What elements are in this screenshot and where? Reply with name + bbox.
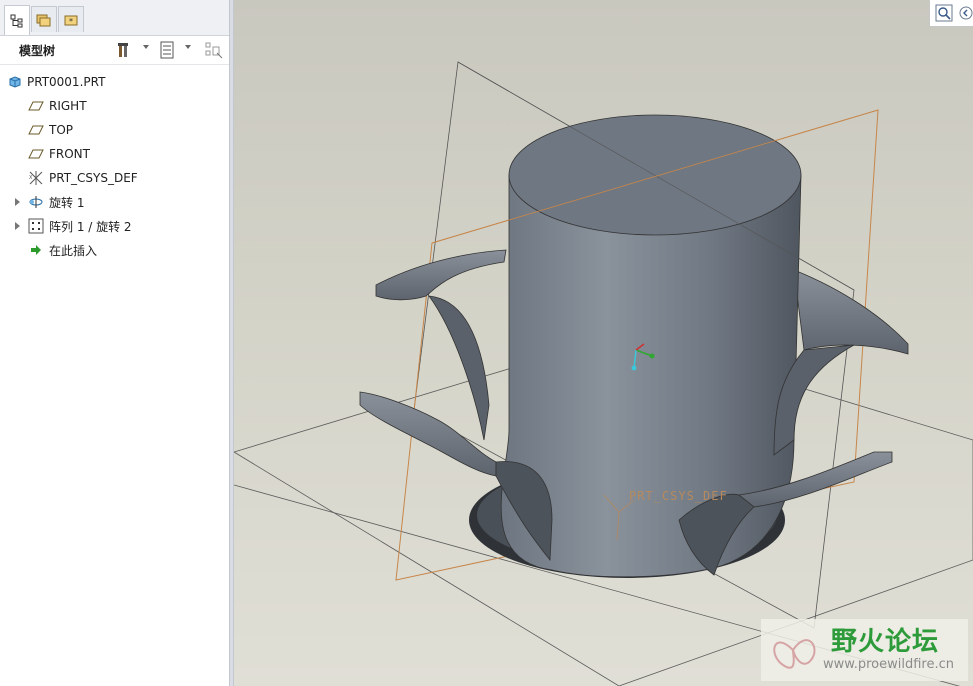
tree-item-front-plane[interactable]: FRONT bbox=[28, 144, 90, 164]
svg-text:X: X bbox=[29, 175, 33, 181]
zoom-button[interactable] bbox=[934, 3, 954, 23]
zoom-icon bbox=[935, 4, 953, 22]
tree-item-label: PRT_CSYS_DEF bbox=[49, 171, 138, 185]
settings-button[interactable] bbox=[115, 40, 135, 60]
show-columns-button[interactable] bbox=[204, 40, 224, 60]
forum-watermark: 野火论坛 www.proewildfire.cn bbox=[761, 619, 968, 681]
tree-item-label: FRONT bbox=[49, 147, 90, 161]
csys-label: PRT_CSYS_DEF bbox=[629, 489, 728, 503]
viewport-toolbar bbox=[929, 0, 973, 27]
expand-arrow[interactable] bbox=[15, 222, 20, 230]
tree-item-csys[interactable]: X PRT_CSYS_DEF bbox=[28, 168, 138, 188]
tree-item-label: 旋转 1 bbox=[49, 195, 85, 210]
tree-filter-icon bbox=[160, 41, 174, 59]
model-tree-toolbar: 模型树 bbox=[0, 36, 229, 65]
tree-root-node[interactable]: PRT0001.PRT bbox=[8, 72, 105, 92]
insert-here-icon bbox=[31, 245, 41, 255]
favorites-tab[interactable]: * bbox=[58, 6, 84, 32]
expand-arrow[interactable] bbox=[15, 198, 20, 206]
graphics-viewport[interactable]: PRT_CSYS_DEF bbox=[234, 0, 973, 686]
folder-browser-tab[interactable] bbox=[31, 6, 57, 32]
tree-item-revolve-1[interactable]: 旋转 1 bbox=[28, 192, 84, 212]
tree-item-label: 在此插入 bbox=[49, 243, 98, 258]
tree-item-label: TOP bbox=[49, 123, 74, 137]
watermark-url: www.proewildfire.cn bbox=[823, 657, 954, 672]
datum-plane-icon bbox=[28, 149, 44, 159]
filter-dropdown-arrow[interactable] bbox=[185, 45, 191, 49]
view-nav-icon bbox=[959, 6, 973, 20]
datum-plane-icon bbox=[28, 101, 44, 111]
model-tree-tab[interactable] bbox=[4, 5, 30, 35]
watermark-logo bbox=[773, 639, 816, 669]
cylinder-top-face bbox=[508, 114, 802, 236]
blade-back-left bbox=[375, 249, 507, 301]
csys-icon: X bbox=[29, 171, 43, 185]
settings-dropdown-arrow[interactable] bbox=[143, 45, 149, 49]
star-folder-icon: * bbox=[64, 15, 78, 26]
tree-item-label: RIGHT bbox=[49, 99, 87, 113]
tree-item-pattern-1[interactable]: 阵列 1 / 旋转 2 bbox=[28, 216, 132, 236]
view-nav-button[interactable] bbox=[956, 3, 973, 23]
blade-back-right bbox=[793, 269, 909, 355]
tree-item-label: 阵列 1 / 旋转 2 bbox=[49, 219, 132, 234]
tree-item-top-plane[interactable]: TOP bbox=[28, 120, 73, 140]
tree-icon bbox=[10, 14, 23, 27]
watermark-title: 野火论坛 bbox=[831, 627, 940, 657]
svg-text:*: * bbox=[69, 17, 73, 26]
model-scene bbox=[234, 61, 973, 686]
part-icon bbox=[9, 76, 21, 88]
pattern-icon bbox=[28, 218, 44, 234]
show-columns-icon bbox=[205, 42, 223, 59]
tree-item-insert-here[interactable]: 在此插入 bbox=[28, 240, 97, 260]
tree-root-label: PRT0001.PRT bbox=[27, 75, 106, 89]
folders-icon bbox=[36, 14, 51, 26]
settings-tools-icon bbox=[118, 43, 128, 57]
revolve-icon bbox=[29, 196, 43, 208]
tree-item-right-plane[interactable]: RIGHT bbox=[28, 96, 87, 116]
datum-plane-icon bbox=[28, 125, 44, 135]
navigator-tabs: * bbox=[0, 0, 229, 36]
navigator-panel: * 模型树 PRT0001.PRT RIGHT TOP FRONT X PRT_… bbox=[0, 0, 229, 686]
tree-filter-button[interactable] bbox=[157, 40, 177, 60]
model-tree-title: 模型树 bbox=[19, 44, 56, 58]
